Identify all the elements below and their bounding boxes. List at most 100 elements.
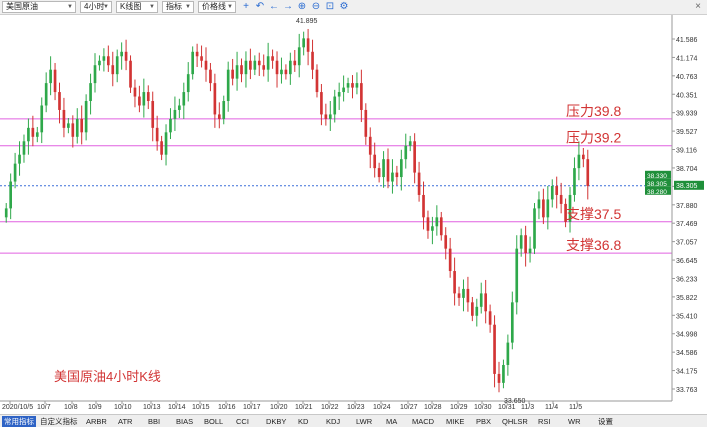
candle-body — [200, 56, 203, 61]
candle-body — [217, 114, 221, 119]
candle-body — [124, 51, 128, 61]
candle-body — [204, 60, 208, 70]
fit-icon[interactable]: ⊡ — [324, 1, 336, 13]
x-tick-label: 10/21 — [295, 404, 313, 411]
indicator-tab-ma[interactable]: MA — [386, 416, 397, 427]
indicator-tab-rsi[interactable]: RSI — [538, 416, 551, 427]
y-tick-label: 33.763 — [676, 387, 698, 394]
indicator-tab-lwr[interactable]: LWR — [356, 416, 372, 427]
chart-style-value: K线图 — [120, 2, 142, 11]
level-label: 支撑36.8 — [566, 237, 621, 253]
candle-body — [479, 293, 483, 307]
instrument-select[interactable]: 美国原油 ▼ — [2, 1, 76, 13]
candle-body — [284, 69, 288, 75]
zoom-in-icon[interactable]: ⊕ — [296, 1, 308, 13]
y-tick-label: 41.586 — [676, 37, 698, 44]
y-tick-label: 37.880 — [676, 203, 698, 210]
indicator-tab-atr[interactable]: ATR — [118, 416, 132, 427]
indicator-tab-kdj[interactable]: KDJ — [326, 416, 340, 427]
candle-body — [280, 69, 283, 75]
candle-body — [360, 83, 363, 110]
candle-body — [138, 96, 141, 106]
x-tick-label: 10/20 — [270, 404, 288, 411]
x-tick-label: 10/15 — [192, 404, 210, 411]
candle-body — [271, 56, 274, 61]
price-line-select[interactable]: 价格线 ▼ — [198, 1, 236, 13]
level-label: 压力39.8 — [566, 103, 621, 119]
x-tick-label: 10/8 — [64, 404, 78, 411]
period-select[interactable]: 4小时 ▼ — [80, 1, 112, 13]
chart-toolbar: 美国原油 ▼ 4小时 ▼ K线图 ▼ 指标 ▼ 价格线 ▼ + ↶ ← → ⊕ ⊖ ⊡ ⚙… — [0, 0, 707, 15]
back-icon[interactable]: ↶ — [254, 1, 266, 13]
zoom-out-icon[interactable]: ⊖ — [310, 1, 322, 13]
candle-body — [186, 74, 190, 93]
candle-body — [115, 56, 119, 75]
indicator-tab-自定义指标[interactable]: 自定义指标 — [40, 416, 78, 427]
candle-body — [377, 168, 381, 178]
candle-body — [93, 65, 97, 84]
candle-body — [58, 92, 61, 110]
indicator-value: 指标 — [166, 2, 182, 11]
indicator-tab-cci[interactable]: CCI — [236, 416, 249, 427]
candle-body — [555, 186, 559, 195]
indicator-select[interactable]: 指标 ▼ — [162, 1, 194, 13]
indicator-tab-常用指标[interactable]: 常用指标 — [2, 416, 36, 427]
settings-icon[interactable]: ⚙ — [338, 1, 350, 13]
indicator-tab-dkby[interactable]: DKBY — [266, 416, 286, 427]
y-tick-label: 40.763 — [676, 74, 698, 81]
x-tick-label: 10/16 — [218, 404, 236, 411]
candle-body — [244, 60, 248, 75]
candle-body — [49, 69, 52, 84]
price-badge: 38.280 — [647, 189, 667, 196]
left-arrow-icon[interactable]: ← — [268, 1, 280, 13]
x-tick-label: 10/7 — [37, 404, 51, 411]
candle-body — [31, 127, 35, 137]
candle-body — [173, 109, 177, 119]
indicator-tab-mike[interactable]: MIKE — [446, 416, 464, 427]
period-value: 4小时 — [84, 2, 105, 11]
x-tick-label: 10/27 — [400, 404, 418, 411]
candle-body — [84, 101, 88, 133]
candle-body — [67, 123, 70, 128]
indicator-tab-bbi[interactable]: BBI — [148, 416, 160, 427]
indicator-tab-wr[interactable]: WR — [568, 416, 581, 427]
candle-body — [462, 288, 465, 298]
indicator-tab-pbx[interactable]: PBX — [476, 416, 491, 427]
indicator-tab-boll[interactable]: BOLL — [204, 416, 223, 427]
indicator-bar: 常用指标 自定义指标 ARBR ATR BBI BIAS BOLL CCI DKBY KD KDJ L… — [0, 414, 707, 427]
candle-body — [559, 194, 563, 204]
indicator-tab-设置[interactable]: 设置 — [598, 416, 613, 427]
add-icon[interactable]: + — [240, 1, 252, 13]
candle-body — [257, 60, 261, 66]
candle-body — [466, 288, 470, 303]
candle-body — [533, 208, 536, 249]
close-icon[interactable]: × — [692, 1, 704, 13]
candle-body — [306, 38, 310, 52]
candlestick-chart[interactable]: 41.586 41.174 40.763 40.351 39.939 39.527 39.1… — [0, 15, 707, 414]
low-label: 33.650 — [504, 398, 526, 405]
indicator-tab-kd[interactable]: KD — [298, 416, 308, 427]
candle-body — [89, 83, 92, 102]
candle-body — [155, 127, 159, 142]
right-arrow-icon[interactable]: → — [282, 1, 294, 13]
candle-body — [35, 132, 39, 137]
candle-body — [262, 65, 266, 70]
indicator-tab-bias[interactable]: BIAS — [176, 416, 193, 427]
indicator-tab-arbr[interactable]: ARBR — [86, 416, 107, 427]
chart-style-select[interactable]: K线图 ▼ — [116, 1, 158, 13]
candle-body — [493, 324, 496, 374]
indicator-tab-qhlsr[interactable]: QHLSR — [502, 416, 528, 427]
candle-body — [235, 65, 239, 79]
candle-body — [40, 105, 44, 133]
candle-body — [169, 118, 172, 133]
price-badge: 38.330 — [647, 173, 667, 180]
candle-body — [320, 92, 323, 115]
candle-body — [342, 87, 345, 93]
candle-body — [386, 159, 390, 182]
indicator-tab-macd[interactable]: MACD — [412, 416, 434, 427]
candle-body — [355, 83, 359, 88]
y-tick-label: 37.469 — [676, 221, 698, 228]
candle-body — [75, 118, 79, 137]
candle-body — [191, 51, 195, 75]
candle-body — [351, 83, 354, 88]
